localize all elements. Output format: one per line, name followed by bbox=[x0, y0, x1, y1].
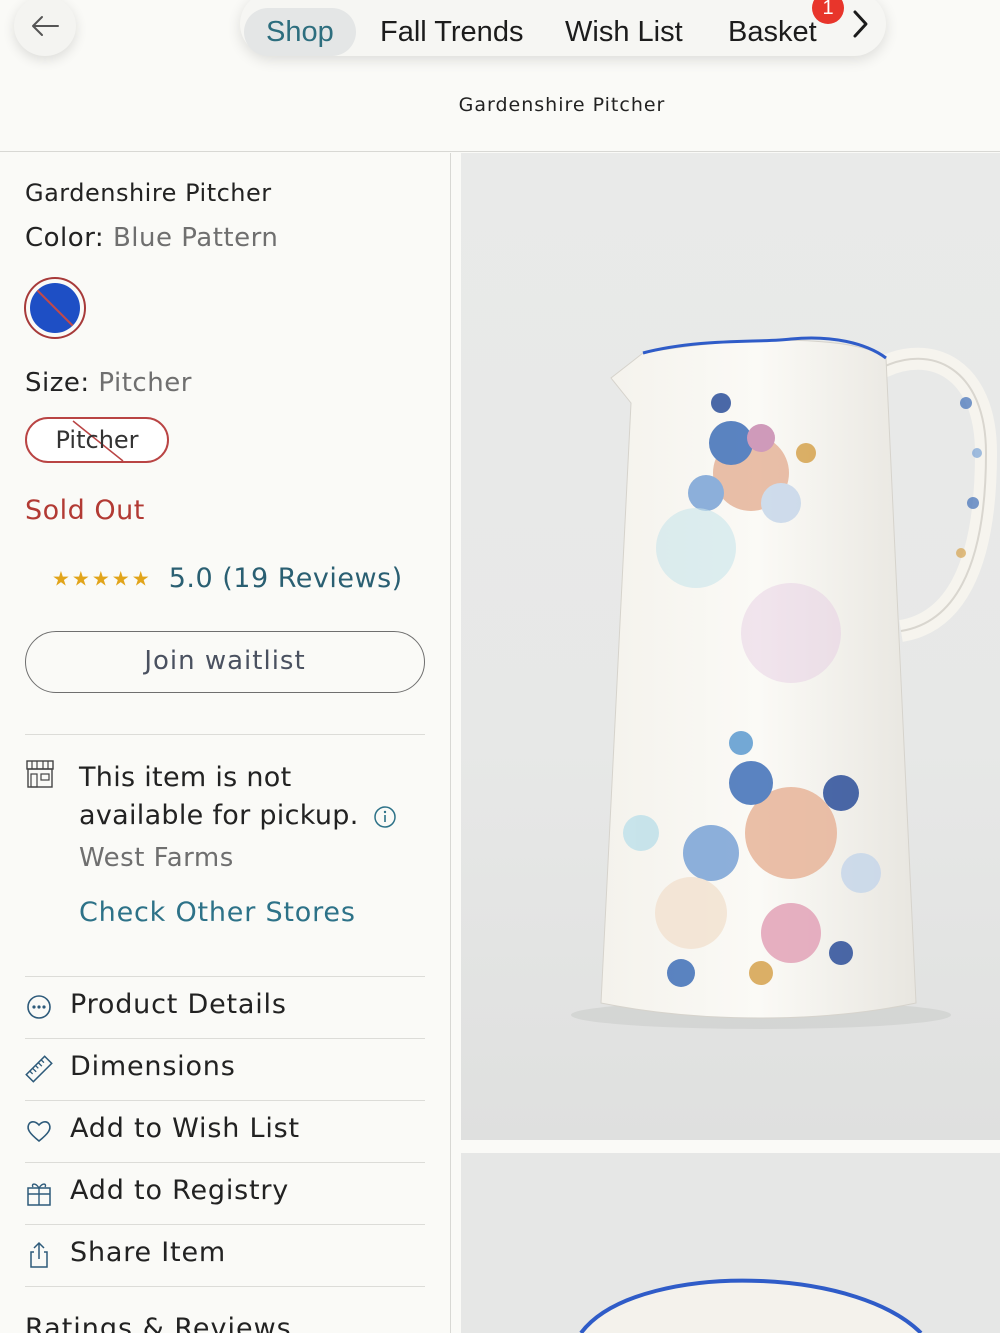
divider bbox=[25, 1286, 425, 1287]
back-arrow-icon bbox=[32, 16, 59, 36]
color-swatch[interactable] bbox=[24, 277, 86, 339]
menu-item-share-item[interactable]: Share Item bbox=[25, 1225, 425, 1287]
size-option-label: Pitcher bbox=[55, 426, 139, 454]
page-title: Gardenshire Pitcher bbox=[458, 94, 666, 116]
top-bar: Shop Fall Trends Wish List Basket 1 Gard… bbox=[0, 0, 1000, 152]
gift-icon bbox=[27, 1183, 51, 1206]
store-icon bbox=[26, 760, 54, 788]
menu-item-label: Add to Wish List bbox=[70, 1113, 300, 1144]
check-other-stores-link[interactable]: Check Other Stores bbox=[79, 897, 356, 928]
color-label: Color: bbox=[25, 223, 105, 253]
menu-item-label: Product Details bbox=[70, 989, 287, 1020]
ruler-icon bbox=[25, 1055, 53, 1083]
tab-shop[interactable]: Shop bbox=[244, 8, 356, 56]
size-value: Pitcher bbox=[98, 368, 192, 398]
pickup-message-text: This item is not available for pickup. bbox=[79, 762, 359, 831]
menu-item-label: Dimensions bbox=[70, 1051, 236, 1082]
color-value: Blue Pattern bbox=[112, 223, 279, 253]
tab-wish-list[interactable]: Wish List bbox=[565, 8, 683, 56]
chevron-right-icon[interactable] bbox=[850, 8, 872, 40]
info-icon[interactable] bbox=[373, 805, 397, 829]
size-option-button[interactable]: Pitcher bbox=[25, 417, 169, 463]
product-name: Gardenshire Pitcher bbox=[25, 179, 272, 207]
size-label: Size: bbox=[25, 368, 90, 398]
swatch-fill bbox=[30, 283, 80, 333]
status-label: Sold Out bbox=[25, 495, 145, 526]
menu-item-add-to-wish-list[interactable]: Add to Wish List bbox=[25, 1101, 425, 1163]
divider bbox=[25, 734, 425, 735]
join-waitlist-button[interactable]: Join waitlist bbox=[25, 631, 425, 693]
pitcher-illustration bbox=[571, 336, 998, 1029]
pickup-message: This item is not available for pickup. bbox=[79, 759, 419, 835]
menu-item-add-to-registry[interactable]: Add to Registry bbox=[25, 1163, 425, 1225]
color-row: Color: Blue Pattern bbox=[25, 223, 278, 253]
menu-item-dimensions[interactable]: Dimensions bbox=[25, 1039, 425, 1101]
unavailable-slash-icon bbox=[35, 288, 75, 328]
rating-summary[interactable]: ★★★★★ 5.0 (19 Reviews) bbox=[52, 563, 403, 594]
product-image-secondary[interactable] bbox=[461, 1153, 1000, 1333]
product-image-main[interactable] bbox=[461, 153, 1000, 1140]
menu-item-product-details[interactable]: Product Details bbox=[25, 977, 425, 1039]
ratings-reviews-heading[interactable]: Ratings & Reviews bbox=[25, 1313, 292, 1333]
share-icon bbox=[30, 1241, 48, 1268]
tab-fall-trends[interactable]: Fall Trends bbox=[380, 8, 523, 56]
product-info-panel: Gardenshire Pitcher Color: Blue Pattern … bbox=[0, 153, 451, 1333]
heart-icon bbox=[27, 1121, 51, 1143]
size-row: Size: Pitcher bbox=[25, 368, 192, 398]
ellipsis-circle-icon bbox=[27, 995, 51, 1019]
pitcher-top-illustration bbox=[579, 1278, 923, 1333]
rating-text[interactable]: 5.0 (19 Reviews) bbox=[169, 563, 403, 594]
star-rating-icon: ★★★★★ bbox=[52, 566, 152, 591]
menu-item-label: Share Item bbox=[70, 1237, 226, 1268]
tab-basket[interactable]: Basket bbox=[728, 8, 817, 56]
store-name: West Farms bbox=[79, 843, 234, 873]
menu-item-label: Add to Registry bbox=[70, 1175, 290, 1206]
back-button[interactable] bbox=[14, 0, 76, 56]
